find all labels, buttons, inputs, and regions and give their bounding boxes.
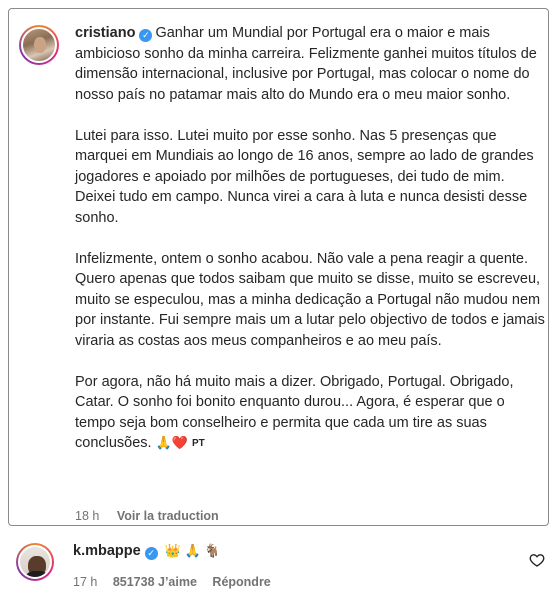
reply-meta: 17 h 851738 J’aime Répondre (73, 575, 283, 589)
username[interactable]: cristiano (75, 25, 135, 41)
reply-emojis: 👑 🙏 🐐 (164, 543, 221, 558)
reply-username[interactable]: k.mbappe (73, 543, 141, 559)
paragraph-4-text: Por agora, não há muito mais a dizer. Ob… (75, 373, 514, 452)
comment-time: 18 h (75, 509, 100, 523)
avatar-image (18, 545, 52, 579)
paragraph-4: Por agora, não há muito mais a dizer. Ob… (75, 372, 545, 455)
heart-emoji: ❤️ (171, 435, 188, 450)
like-heart-icon[interactable] (529, 552, 545, 568)
comment-meta: 18 h Voir la traduction (75, 509, 233, 523)
translation-link[interactable]: Voir la traduction (117, 509, 219, 523)
reply-time: 17 h (73, 575, 98, 589)
verified-badge-icon: ✓ (144, 547, 158, 560)
avatar-image (21, 27, 57, 63)
paragraph-1: cristiano ✓ Ganhar um Mundial por Portugal… (75, 23, 545, 105)
avatar-cristiano[interactable] (19, 25, 59, 65)
comment-body: cristiano ✓ Ganhar um Mundial por Portugal… (75, 23, 545, 455)
comment-card: cristiano ✓ Ganhar um Mundial por Portugal… (8, 8, 549, 526)
comment-thread: cristiano ✓ Ganhar um Mundial por Portugal… (0, 0, 557, 600)
reply-button[interactable]: Répondre (212, 575, 270, 589)
paragraph-3: Infelizmente, ontem o sonho acabou. Não … (75, 250, 545, 349)
flag-pt: PT (192, 438, 205, 449)
avatar-kmbappe[interactable] (16, 543, 54, 581)
reply-likes[interactable]: 851738 J’aime (113, 575, 197, 589)
verified-badge-icon: ✓ (139, 29, 153, 42)
heart-outline-icon (529, 554, 545, 567)
pray-emoji: 🙏 (155, 435, 172, 450)
paragraph-2: Lutei para isso. Lutei muito por esse so… (75, 127, 534, 226)
reply-comment: k.mbappe ✓ 👑 🙏 🐐 (73, 543, 221, 560)
